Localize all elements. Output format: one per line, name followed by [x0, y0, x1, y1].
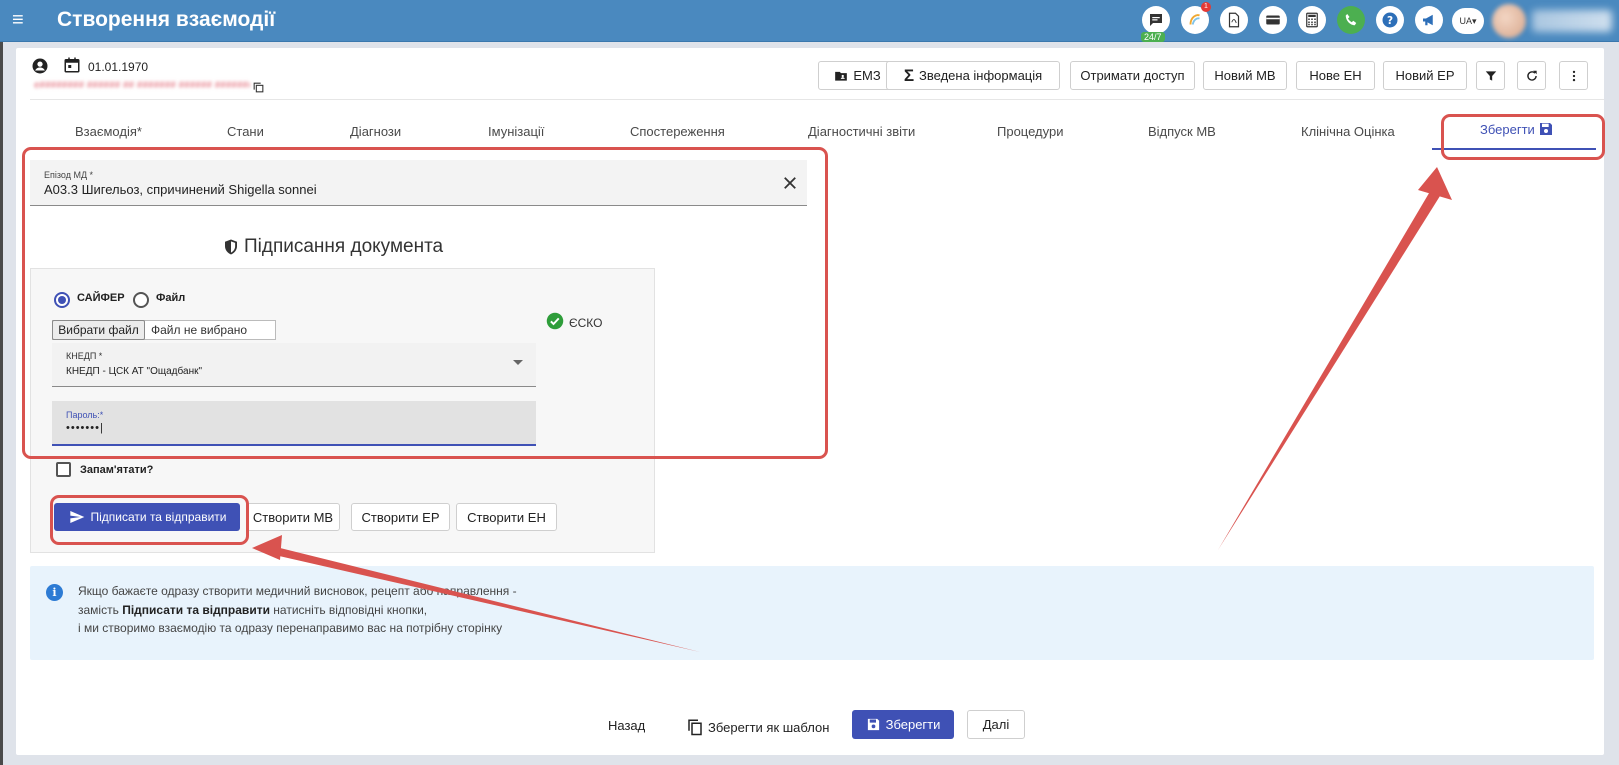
kn-value: КНЕДП - ЦСК АТ "Ощадбанк"	[66, 366, 203, 377]
tab-procedures[interactable]: Процедури	[997, 124, 1063, 139]
info-line-3: і ми створимо взаємодію та одразу перена…	[78, 621, 503, 635]
new-mv-button[interactable]: Новий МВ	[1203, 61, 1287, 90]
user-name-blurred	[1532, 10, 1612, 32]
tab-immunizations[interactable]: Імунізації	[488, 124, 544, 139]
copy-template-icon	[688, 719, 702, 736]
tab-observations[interactable]: Спостереження	[630, 124, 725, 139]
save-icon	[1539, 123, 1552, 135]
password-input[interactable]	[52, 401, 536, 446]
pdf-icon[interactable]	[1220, 6, 1248, 34]
radio-cipher[interactable]	[54, 292, 70, 308]
close-icon[interactable]	[781, 174, 799, 192]
new-er-button[interactable]: Новий ЕР	[1383, 61, 1467, 90]
create-mv-button[interactable]: Створити МВ	[246, 503, 340, 531]
tab-save[interactable]: Зберегти	[1480, 121, 1554, 137]
summary-button[interactable]: Σ Зведена інформація	[886, 61, 1060, 90]
copy-icon[interactable]	[252, 81, 265, 94]
get-access-button[interactable]: Отримати доступ	[1070, 61, 1195, 90]
check-circle-icon	[546, 312, 564, 330]
radio-file-label: Файл	[156, 292, 186, 304]
info-icon: i	[46, 584, 63, 601]
refresh-icon	[1526, 70, 1537, 81]
megaphone-icon[interactable]	[1415, 6, 1443, 34]
filter-icon	[1485, 70, 1496, 81]
refresh-button[interactable]	[1517, 61, 1546, 90]
phone-icon[interactable]	[1337, 6, 1365, 34]
remember-label: Запам'ятати?	[80, 464, 154, 476]
next-button[interactable]: Далі	[967, 710, 1025, 739]
remember-checkbox[interactable]	[56, 462, 71, 477]
filter-button[interactable]	[1476, 61, 1505, 90]
episode-value: A03.3 Шигельоз, спричинений Shigella son…	[44, 182, 317, 197]
info-line-2: замість Підписати та відправити натисніт…	[78, 603, 428, 617]
page-title: Створення взаємодії	[57, 8, 276, 31]
chevron-down-icon	[513, 360, 523, 365]
help-icon[interactable]: ?	[1376, 6, 1404, 34]
more-button[interactable]	[1559, 61, 1588, 90]
tab-conditions[interactable]: Стани	[227, 124, 264, 139]
chat-icon[interactable]	[1142, 6, 1170, 34]
kn-select[interactable]	[52, 343, 536, 387]
active-tab-indicator	[1432, 148, 1596, 150]
sign-and-send-button[interactable]: Підписати та відправити	[54, 503, 240, 531]
esko-status: ЄСКО	[569, 316, 603, 330]
tab-clinical-assessment[interactable]: Клінічна Оцінка	[1301, 124, 1395, 139]
kn-label: КНЕДП *	[66, 351, 103, 361]
radio-file[interactable]	[133, 292, 149, 308]
tab-mv-dispense[interactable]: Відпуск МВ	[1148, 124, 1216, 139]
back-button[interactable]: Назад	[608, 718, 645, 733]
patient-id-blurred: e######## ###### ## ####### ###### #####…	[34, 80, 250, 91]
episode-label: Епізод МД *	[44, 170, 94, 180]
card-icon[interactable]	[1259, 6, 1287, 34]
support-badge: 24/7	[1141, 32, 1165, 42]
avatar[interactable]	[1492, 4, 1526, 38]
sign-section-title: Підписання документа	[222, 236, 443, 258]
sigma-icon: Σ	[903, 65, 915, 85]
tab-interaction[interactable]: Взаємодія*	[75, 124, 142, 139]
tab-diagnostic-reports[interactable]: Діагностичні звіти	[808, 124, 915, 139]
language-selector[interactable]: UA ▾	[1452, 8, 1484, 34]
window-edge	[0, 42, 3, 765]
save-button[interactable]: Зберегти	[852, 710, 954, 739]
folder-user-icon	[835, 71, 848, 81]
user-circle-icon	[32, 58, 48, 74]
file-status: Файл не вибрано	[151, 323, 248, 337]
birth-date: 01.01.1970	[88, 60, 149, 74]
password-value: •••••••|	[66, 422, 104, 434]
notification-badge: 1	[1201, 2, 1211, 12]
menu-icon[interactable]: ≡	[12, 10, 34, 30]
calendar-icon	[64, 57, 80, 73]
password-label: Пароль:*	[66, 410, 104, 420]
radio-cipher-label: САЙФЕР	[77, 292, 125, 304]
tab-diagnoses[interactable]: Діагнози	[350, 124, 401, 139]
shield-icon	[225, 239, 237, 255]
send-icon	[69, 511, 84, 523]
save-icon	[867, 718, 879, 731]
svg-text:?: ?	[1387, 15, 1393, 27]
more-vertical-icon	[1572, 70, 1575, 81]
new-en-button[interactable]: Нове ЕН	[1296, 61, 1375, 90]
info-line-1: Якщо бажаєте одразу створити медичний ви…	[78, 584, 517, 598]
calculator-icon[interactable]	[1298, 6, 1326, 34]
create-er-button[interactable]: Створити ЕР	[351, 503, 450, 531]
divider	[30, 99, 1604, 100]
create-en-button[interactable]: Створити ЕН	[456, 503, 557, 531]
choose-file-button[interactable]: Вибрати файл	[52, 320, 145, 340]
save-template-button[interactable]: Зберегти як шаблон	[686, 718, 829, 736]
